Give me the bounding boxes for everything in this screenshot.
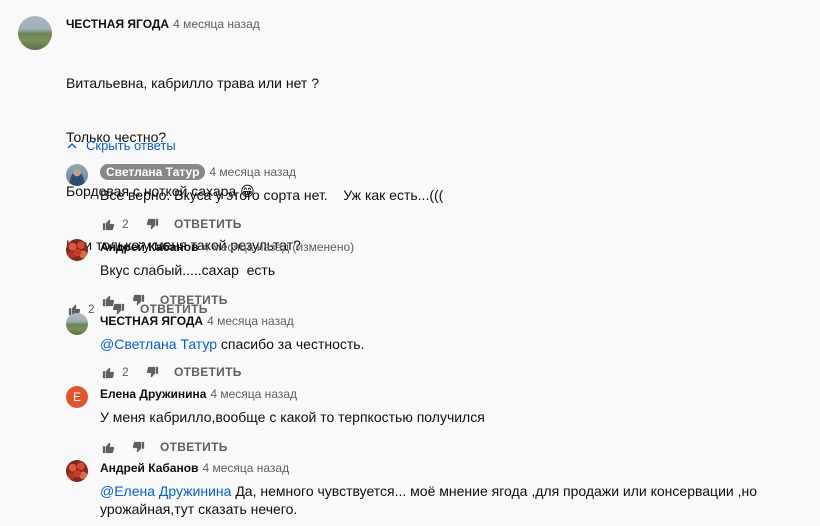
reply-author[interactable]: Светлана Татур (100, 164, 206, 180)
reply-author[interactable]: Андрей Кабанов (100, 240, 198, 254)
reply-body: Вкус слабый.....сахар есть (100, 262, 276, 278)
hide-replies-label: Скрыть ответы (86, 138, 176, 153)
reply-button[interactable]: ОТВЕТИТЬ (174, 365, 242, 379)
reply-author[interactable]: Елена Дружинина (100, 387, 206, 401)
comment-author[interactable]: ЧЕСТНАЯ ЯГОДА (66, 17, 169, 31)
comment-line: Витальевна, кабрилло трава или нет ? (66, 75, 319, 91)
mention-link[interactable]: @Светлана Татур (100, 336, 217, 352)
reply-button[interactable]: ОТВЕТИТЬ (174, 217, 242, 231)
thumb-up-icon[interactable] (100, 216, 116, 232)
reply-body: @Елена Дружинина Да, немного чувствуется… (100, 482, 810, 518)
avatar[interactable] (66, 239, 88, 261)
like-count: 2 (122, 365, 129, 379)
reply-body: Все верно. Вкуса у этого сорта нет. Уж к… (100, 187, 444, 203)
avatar[interactable]: E (66, 386, 88, 408)
comment-header: ЧЕСТНАЯ ЯГОДА 4 месяца назад (66, 16, 786, 32)
hide-replies-button[interactable]: Скрыть ответы (66, 138, 176, 153)
reply-actions: ОТВЕТИТЬ (100, 288, 814, 312)
thumb-down-icon[interactable] (130, 292, 146, 308)
chevron-up-icon (67, 142, 77, 148)
reply-author[interactable]: ЧЕСТНАЯ ЯГОДА (100, 314, 203, 328)
mention-link[interactable]: @Елена Дружинина (100, 483, 231, 499)
like-count: 2 (122, 217, 129, 231)
reply-button[interactable]: ОТВЕТИТЬ (160, 440, 228, 454)
reply-time[interactable]: 4 месяца назад (210, 387, 297, 401)
avatar[interactable] (18, 16, 52, 50)
thumb-up-icon[interactable] (100, 292, 116, 308)
comment-time[interactable]: 4 месяца назад (173, 17, 260, 31)
reply-actions: 2 ОТВЕТИТЬ (100, 360, 814, 384)
reply-actions: 2 ОТВЕТИТЬ (100, 212, 814, 236)
avatar[interactable] (66, 313, 88, 335)
reply-header: Андрей Кабанов 4 месяца назад (100, 460, 810, 476)
reply-time[interactable]: 4 месяца назад (209, 165, 296, 179)
thumb-down-icon[interactable] (144, 216, 160, 232)
reply-header: Елена Дружинина 4 месяца назад (100, 386, 814, 402)
reply-button[interactable]: ОТВЕТИТЬ (160, 293, 228, 307)
thumb-up-icon[interactable] (100, 439, 116, 455)
like-count: 2 (88, 302, 95, 316)
reply-header: Андрей Кабанов 4 месяца назад (изменено) (100, 239, 814, 255)
reply-body: @Светлана Татур спасибо за честность. (100, 335, 814, 353)
avatar[interactable] (66, 460, 88, 482)
reply-author[interactable]: Андрей Кабанов (100, 461, 198, 475)
reply-text: спасибо за честность. (217, 336, 365, 352)
reply-header: ЧЕСТНАЯ ЯГОДА 4 месяца назад (100, 313, 814, 329)
reply-time[interactable]: 4 месяца назад (207, 314, 294, 328)
thumb-up-icon[interactable] (100, 364, 116, 380)
avatar[interactable] (66, 164, 88, 186)
comments-section: ЧЕСТНАЯ ЯГОДА 4 месяца назад Витальевна, … (0, 0, 820, 526)
reply-time[interactable]: 4 месяца назад (202, 461, 289, 475)
reply-body: У меня кабрилло,вообще с какой то терпко… (100, 409, 485, 425)
thumb-down-icon[interactable] (130, 439, 146, 455)
reply-header: Светлана Татур 4 месяца назад (100, 164, 814, 180)
reply-time[interactable]: 4 месяца назад (изменено) (202, 240, 354, 254)
reply-actions: ОТВЕТИТЬ (100, 435, 814, 459)
thumb-down-icon[interactable] (144, 364, 160, 380)
